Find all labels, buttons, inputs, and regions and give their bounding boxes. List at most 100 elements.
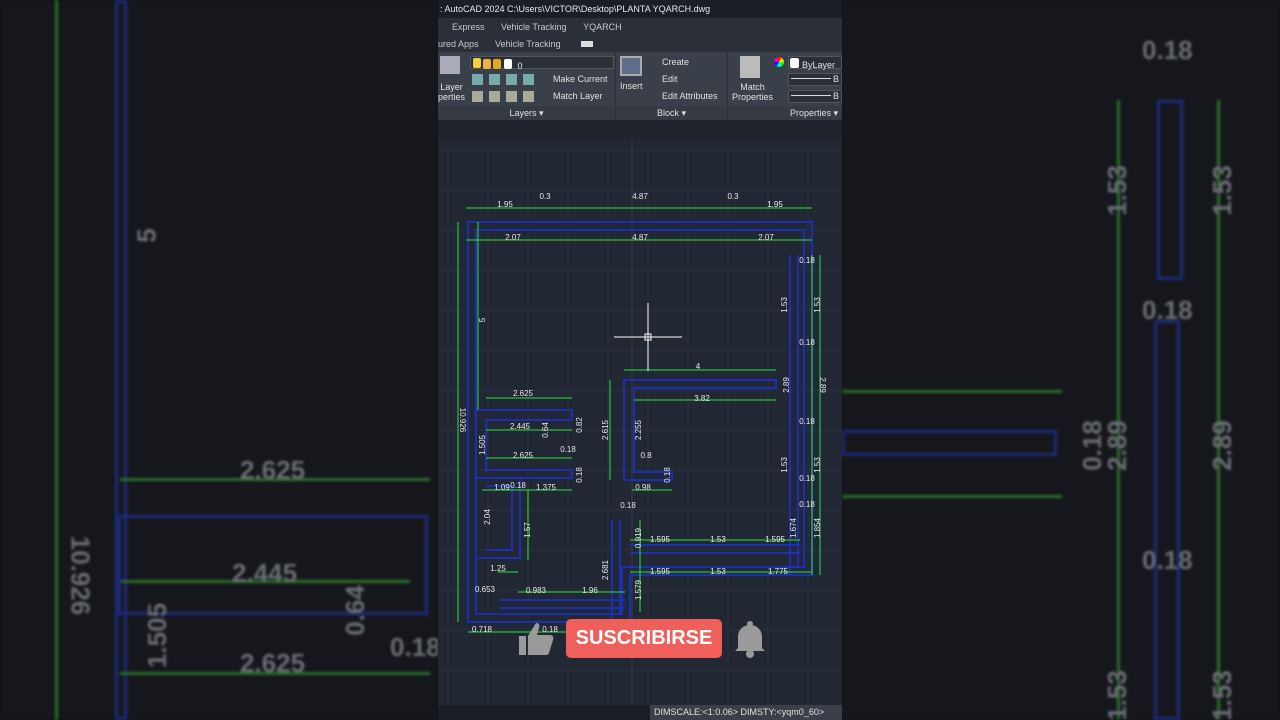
lineweight-value: B xyxy=(833,74,840,84)
match-layer-button[interactable]: Match Layer xyxy=(553,91,603,101)
dimension-label: 0.3 xyxy=(727,192,739,201)
dimension-label: 0.18 xyxy=(560,445,576,454)
insert-icon[interactable] xyxy=(620,56,642,76)
color-dropdown[interactable]: ByLayer xyxy=(788,56,842,70)
dimension-label: 1.95 xyxy=(497,200,513,209)
background-label: 1.53 xyxy=(1206,165,1237,216)
color-wheel-icon xyxy=(774,57,784,67)
linetype-preview xyxy=(791,95,831,96)
dimension-label: 1.775 xyxy=(768,567,789,576)
dimension-label: 1.57 xyxy=(523,522,532,538)
dimension-label: 4.87 xyxy=(632,192,648,201)
dimension-label: 0.18 xyxy=(799,417,815,426)
color-swatch xyxy=(504,59,512,69)
dimension-label: 0.82 xyxy=(575,417,584,433)
subscribe-button[interactable]: SUSCRIBIRSE xyxy=(566,619,722,658)
dimension-label: 0.18 xyxy=(799,338,815,347)
lock-icon xyxy=(493,59,501,69)
layer-tools-icons-2[interactable] xyxy=(472,91,540,102)
dimension-label: 2.89 xyxy=(818,377,827,393)
layers-panel-label[interactable]: Layers ▾ xyxy=(438,106,615,120)
layers-panel: Layer perties 0 Make Current Match Layer… xyxy=(438,52,616,120)
dimension-label: 1.53 xyxy=(780,457,789,473)
layer-properties-button[interactable]: Layer perties xyxy=(438,82,465,102)
background-dimension-line xyxy=(842,390,1062,393)
dimension-label: 0.18 xyxy=(799,474,815,483)
background-wall xyxy=(842,430,1057,456)
background-label: 2.89 xyxy=(1101,420,1132,471)
lineweight-dropdown[interactable]: B xyxy=(788,73,842,86)
background-label: 2.445 xyxy=(232,558,298,588)
lineweight-preview xyxy=(791,78,831,79)
create-block-button[interactable]: Create xyxy=(662,57,689,67)
dimension-label: 1.53 xyxy=(813,297,822,313)
layer-dropdown[interactable]: 0 xyxy=(470,56,614,71)
workspace-dropdown[interactable] xyxy=(581,41,594,47)
tab-express[interactable]: Express xyxy=(452,22,485,32)
title-bar: : AutoCAD 2024 C:\Users\VICTOR\Desktop\P… xyxy=(438,0,842,18)
dimension-label: 1.09 xyxy=(494,483,510,492)
dimension-label: 4 xyxy=(696,362,701,371)
blurred-background-left: 5 2.625 2.445 0.64 1.505 2.625 0.18 10.9… xyxy=(0,0,438,720)
properties-panel-label[interactable]: Properties ▾ xyxy=(728,106,842,120)
dimension-label: 1.505 xyxy=(478,434,487,455)
layer-tools-icons[interactable] xyxy=(472,74,540,85)
dimension-label: 4.87 xyxy=(632,233,648,242)
dimension-label: 0.3 xyxy=(539,192,551,201)
background-label: 2.625 xyxy=(240,455,306,485)
dimension-label: 5 xyxy=(478,317,487,322)
linetype-dropdown[interactable]: B xyxy=(788,90,842,103)
dimension-label: 0.18 xyxy=(510,481,526,490)
make-current-button[interactable]: Make Current xyxy=(553,74,608,84)
dimension-label: 1.595 xyxy=(650,535,671,544)
background-dimension-line xyxy=(55,0,58,720)
block-panel-label[interactable]: Block ▾ xyxy=(616,106,727,120)
dimension-label: 2.625 xyxy=(513,389,534,398)
dimension-label: 1.53 xyxy=(710,567,726,576)
blurred-background-right: 0.18 1.53 1.53 0.18 0.18 2.89 2.89 0.18 … xyxy=(842,0,1280,720)
properties-panel: Match Properties ByLayer B B Properties … xyxy=(728,52,842,120)
tab-featured-apps[interactable]: ured Apps xyxy=(438,39,479,49)
dimension-label: 1.674 xyxy=(789,517,798,538)
ribbon-tabs: Express Vehicle Tracking YQARCH xyxy=(438,18,842,36)
match-properties-button[interactable]: Match Properties xyxy=(732,82,773,102)
dimension-label: 1.595 xyxy=(765,535,786,544)
dimension-label: 2.07 xyxy=(505,233,521,242)
tab-vehicle-tracking[interactable]: Vehicle Tracking xyxy=(501,22,567,32)
linetype-value: B xyxy=(833,91,840,101)
dimension-label: 1.53 xyxy=(813,457,822,473)
insert-button[interactable]: Insert xyxy=(620,81,643,91)
autocad-window: : AutoCAD 2024 C:\Users\VICTOR\Desktop\P… xyxy=(438,0,842,720)
tab-vehicle-tracking-2[interactable]: Vehicle Tracking xyxy=(495,39,561,49)
background-label: 0.64 xyxy=(339,585,370,636)
sun-icon xyxy=(483,59,491,69)
match-properties-icon[interactable] xyxy=(740,56,760,78)
dimension-label: 0.653 xyxy=(475,585,496,594)
dimension-label: 1.854 xyxy=(813,517,822,538)
color-value: ByLayer xyxy=(802,60,836,70)
background-label: 0.18 xyxy=(390,632,438,662)
wall xyxy=(476,409,573,479)
tab-yqarch[interactable]: YQARCH xyxy=(583,22,622,32)
dimension-label: 0.18 xyxy=(799,500,815,509)
background-label: 1.53 xyxy=(1101,670,1132,720)
edit-block-button[interactable]: Edit xyxy=(662,74,678,84)
dimension-label: 0.18 xyxy=(663,467,672,483)
ribbon-sub-tabs: ured Apps Vehicle Tracking xyxy=(438,36,842,52)
dimension-label: 2.255 xyxy=(634,419,643,440)
background-dimension-line xyxy=(842,495,1062,498)
dimension-label: 1.579 xyxy=(634,579,643,600)
layer-properties-icon[interactable] xyxy=(440,56,460,74)
edit-attributes-button[interactable]: Edit Attributes xyxy=(662,91,718,101)
dimension-label: 0.18 xyxy=(799,256,815,265)
dimension-label: 0.919 xyxy=(634,527,643,548)
dimension-label: 1.595 xyxy=(650,567,671,576)
dimension-label: 1.25 xyxy=(490,564,506,573)
bell-icon[interactable] xyxy=(732,620,768,658)
background-label: 0.18 xyxy=(1142,545,1193,575)
lightbulb-icon xyxy=(473,58,481,68)
status-bar: DIMSCALE:<1:0.06> DIMSTY:<yqm0_60> STYLE… xyxy=(438,705,842,720)
thumbs-up-icon[interactable] xyxy=(518,622,554,656)
dimension-label: 1.375 xyxy=(536,483,557,492)
background-label: 0.18 xyxy=(1142,35,1193,65)
